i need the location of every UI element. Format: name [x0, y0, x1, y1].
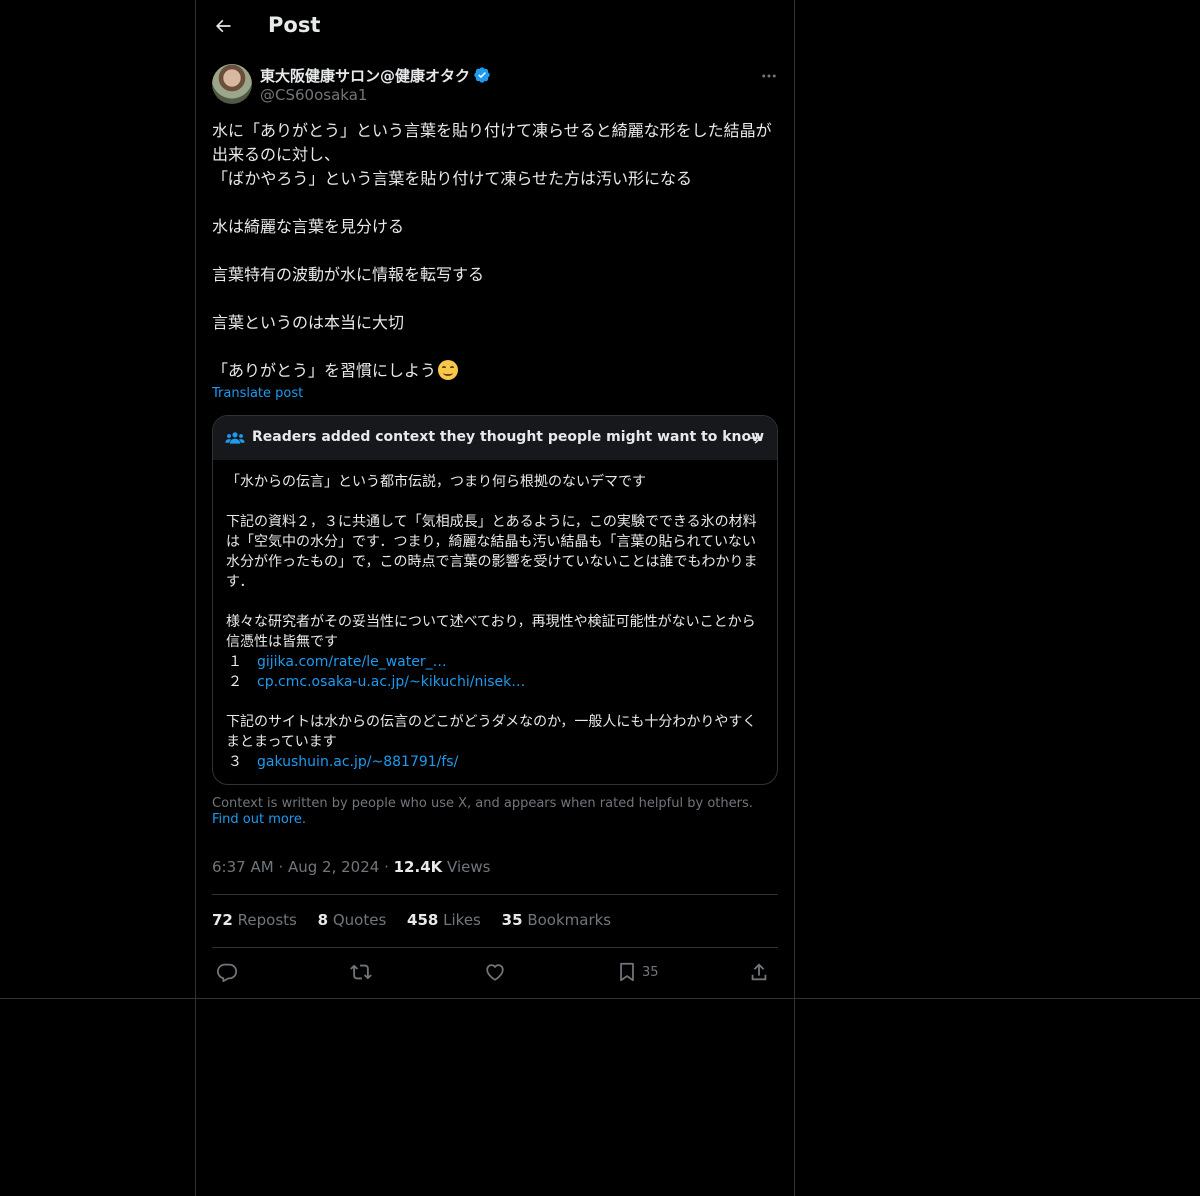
repost-icon: [350, 964, 372, 980]
bookmark-icon: [620, 962, 634, 982]
community-note-footer-text: Context is written by people who use X, …: [212, 796, 753, 811]
reference-link[interactable]: gakushuin.ac.jp/~881791/fs/: [257, 754, 458, 770]
verified-badge-icon[interactable]: [473, 66, 491, 84]
action-bar: 35: [212, 958, 778, 986]
arrow-left-icon: [216, 19, 231, 33]
likes-count: 458: [407, 911, 439, 929]
divider: [212, 947, 778, 948]
bookmarks-label: Bookmarks: [527, 911, 612, 929]
divider: [212, 894, 778, 895]
page-header: Post: [196, 0, 794, 53]
share-button[interactable]: [748, 958, 770, 986]
share-icon: [751, 963, 767, 981]
reposts-stat[interactable]: 72 Reposts: [212, 911, 297, 929]
views-label: Views: [447, 858, 491, 876]
post-line-gap: [212, 191, 778, 215]
back-button[interactable]: [208, 11, 238, 41]
bookmarks-count: 35: [501, 911, 523, 929]
smiling-face-emoji-icon: [438, 360, 459, 380]
reference-link[interactable]: cp.cmc.osaka-u.ac.jp/~kikuchi/nisek…: [257, 674, 525, 690]
post-line: 「ばかやろう」という言葉を貼り付けて凍らせた方は汚い形になる: [212, 169, 693, 188]
reposts-count: 72: [212, 911, 233, 929]
more-options-button[interactable]: [757, 66, 781, 86]
community-note: Readers added context they thought peopl…: [212, 415, 778, 785]
author-handle[interactable]: @CS60osaka1: [260, 86, 367, 104]
reply-button[interactable]: [216, 958, 238, 986]
likes-stat[interactable]: 458 Likes: [407, 911, 481, 929]
author-display-name[interactable]: 東大阪健康サロン@健康オタク: [260, 65, 470, 86]
translate-post-link[interactable]: Translate post: [212, 386, 303, 401]
reference-link[interactable]: gijika.com/rate/le_water_…: [257, 654, 447, 670]
note-line: 「水からの伝言」という都市伝説，つまり何ら根拠のないデマです: [226, 474, 646, 490]
post-stats: 72 Reposts 8 Quotes 458 Likes 35 Bookmar…: [212, 911, 778, 929]
post-line: 言葉というのは本当に大切: [212, 313, 405, 332]
avatar[interactable]: [212, 64, 252, 104]
likes-label: Likes: [443, 911, 481, 929]
note-reference: ３ gakushuin.ac.jp/~881791/fs/: [226, 752, 766, 772]
post-line-last: 「ありがとう」を習慣にしよう: [212, 359, 778, 383]
post-date[interactable]: Aug 2, 2024: [288, 858, 379, 876]
post-line-gap: [212, 239, 778, 263]
reference-number: ２: [228, 674, 242, 690]
post-line-gap: [212, 335, 778, 359]
note-line-gap: [226, 592, 766, 612]
like-button[interactable]: [484, 958, 506, 986]
separator-dot: ·: [278, 858, 288, 876]
post-author: 東大阪健康サロン@健康オタク @CS60osaka1: [212, 64, 778, 108]
separator-dot: ·: [384, 858, 394, 876]
bookmark-button[interactable]: 35: [616, 958, 659, 986]
post-line-text: 「ありがとう」を習慣にしよう: [212, 361, 437, 380]
reference-number: ３: [228, 754, 242, 770]
post-line-gap: [212, 287, 778, 311]
reply-icon: [216, 963, 238, 983]
find-out-more-link[interactable]: Find out more.: [212, 812, 306, 827]
post-metadata: 6:37 AM · Aug 2, 2024 · 12.4K Views: [212, 858, 778, 876]
community-note-title: Readers added context they thought peopl…: [252, 429, 765, 445]
post-line: 水に「ありがとう」という言葉を貼り付けて凍らせると綺麗な形をした結晶が出来るのに…: [212, 121, 772, 164]
reposts-label: Reposts: [237, 911, 297, 929]
reference-number: １: [228, 654, 242, 670]
post-line: 水は綺麗な言葉を見分ける: [212, 217, 405, 236]
main-column: Post 東大阪健康サロン@健康オタク @CS60osaka1 水に「ありがとう…: [195, 0, 795, 1196]
note-line: 下記のサイトは水からの伝言のどこがどうダメなのか，一般人にも十分わかりやすくまと…: [226, 714, 757, 750]
repost-button[interactable]: [350, 958, 372, 986]
quotes-count: 8: [317, 911, 329, 929]
community-note-header[interactable]: Readers added context they thought peopl…: [213, 416, 777, 460]
community-note-footer: Context is written by people who use X, …: [212, 796, 778, 828]
arrow-right-icon: [748, 432, 762, 444]
more-horizontal-icon: [762, 74, 776, 78]
people-icon: [225, 432, 245, 444]
post-line: 言葉特有の波動が水に情報を転写する: [212, 265, 485, 284]
post-text: 水に「ありがとう」という言葉を貼り付けて凍らせると綺麗な形をした結晶が出来るのに…: [212, 119, 778, 383]
note-reference: ２ cp.cmc.osaka-u.ac.jp/~kikuchi/nisek…: [226, 672, 766, 692]
quotes-stat[interactable]: 8 Quotes: [318, 911, 387, 929]
bookmark-count: 35: [642, 964, 659, 980]
page-title: Post: [268, 13, 321, 37]
community-note-body: 「水からの伝言」という都市伝説，つまり何ら根拠のないデマです 下記の資料２，３に…: [226, 472, 766, 772]
heart-icon: [486, 964, 504, 981]
note-line: 下記の資料２，３に共通して「気相成長」とあるように，この実験でできる氷の材料は「…: [226, 514, 758, 590]
note-line-gap: [226, 492, 766, 512]
note-reference: １ gijika.com/rate/le_water_…: [226, 652, 766, 672]
note-line-gap: [226, 692, 766, 712]
bookmarks-stat[interactable]: 35 Bookmarks: [502, 911, 611, 929]
note-line: 様々な研究者がその妥当性について述べており，再現性や検証可能性がないことから信憑…: [226, 614, 756, 650]
views-count: 12.4K: [393, 858, 443, 876]
quotes-label: Quotes: [332, 911, 387, 929]
post-time[interactable]: 6:37 AM: [212, 858, 274, 876]
